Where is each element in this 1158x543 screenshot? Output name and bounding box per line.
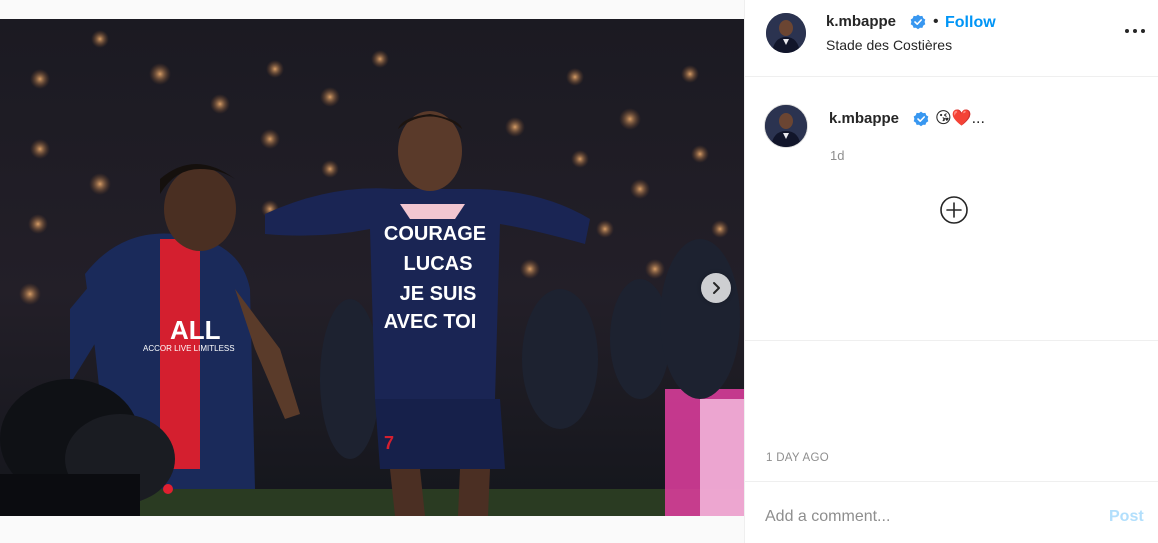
avatar-image: [766, 13, 806, 53]
comment-bar: Post: [745, 481, 1158, 543]
follow-button[interactable]: Follow: [945, 14, 996, 32]
caption-username[interactable]: k.mbappe: [829, 110, 899, 127]
chevron-right-icon: [713, 282, 720, 294]
add-circle-icon: [940, 196, 968, 224]
comment-input[interactable]: [765, 506, 1085, 528]
instagram-post-page: ALL ACCOR LIVE LIMITLESS COURAGE LUCAS J…: [0, 0, 1158, 543]
carousel-next-button[interactable]: [701, 273, 731, 303]
separator-dot: •: [933, 13, 939, 30]
verified-badge-icon: [913, 111, 929, 127]
more-dot: [1133, 29, 1137, 33]
more-dot: [1141, 29, 1145, 33]
author-avatar[interactable]: [766, 13, 806, 53]
verified-badge-icon: [910, 14, 926, 30]
caption-author-avatar[interactable]: [764, 104, 808, 148]
load-more-comments-button[interactable]: [939, 195, 969, 225]
more-options-icon[interactable]: [1124, 22, 1146, 38]
caption-time: 1d: [830, 148, 845, 163]
jersey-sponsor: ALL: [170, 315, 221, 345]
avatar-image: [765, 105, 807, 147]
more-dot: [1125, 29, 1129, 33]
post-location[interactable]: Stade des Costières: [826, 37, 952, 53]
post-timestamp[interactable]: 1 DAY AGO: [766, 452, 829, 464]
jersey-sponsor-sub: ACCOR LIVE LIMITLESS: [143, 344, 235, 353]
post-comment-button[interactable]: Post: [1109, 508, 1144, 526]
post-photo[interactable]: ALL ACCOR LIVE LIMITLESS COURAGE LUCAS J…: [0, 19, 744, 516]
section-divider: [745, 340, 1158, 341]
shirt-number: 7: [384, 433, 394, 453]
post-details-panel: k.mbappe • Follow Stade des Costières k.…: [744, 0, 1158, 543]
author-username[interactable]: k.mbappe: [826, 13, 896, 30]
shirt-text-line-3: JE SUIS: [400, 283, 477, 305]
shirt-text-line-4: AVEC TOI: [384, 311, 477, 333]
shirt-text-line-1: COURAGE: [384, 223, 486, 245]
shirt-text-line-2: LUCAS: [404, 253, 473, 275]
caption-text: 😘❤️...: [935, 110, 985, 127]
photo-illustration: ALL ACCOR LIVE LIMITLESS COURAGE LUCAS J…: [0, 19, 744, 516]
post-header: k.mbappe • Follow Stade des Costières: [745, 0, 1158, 77]
